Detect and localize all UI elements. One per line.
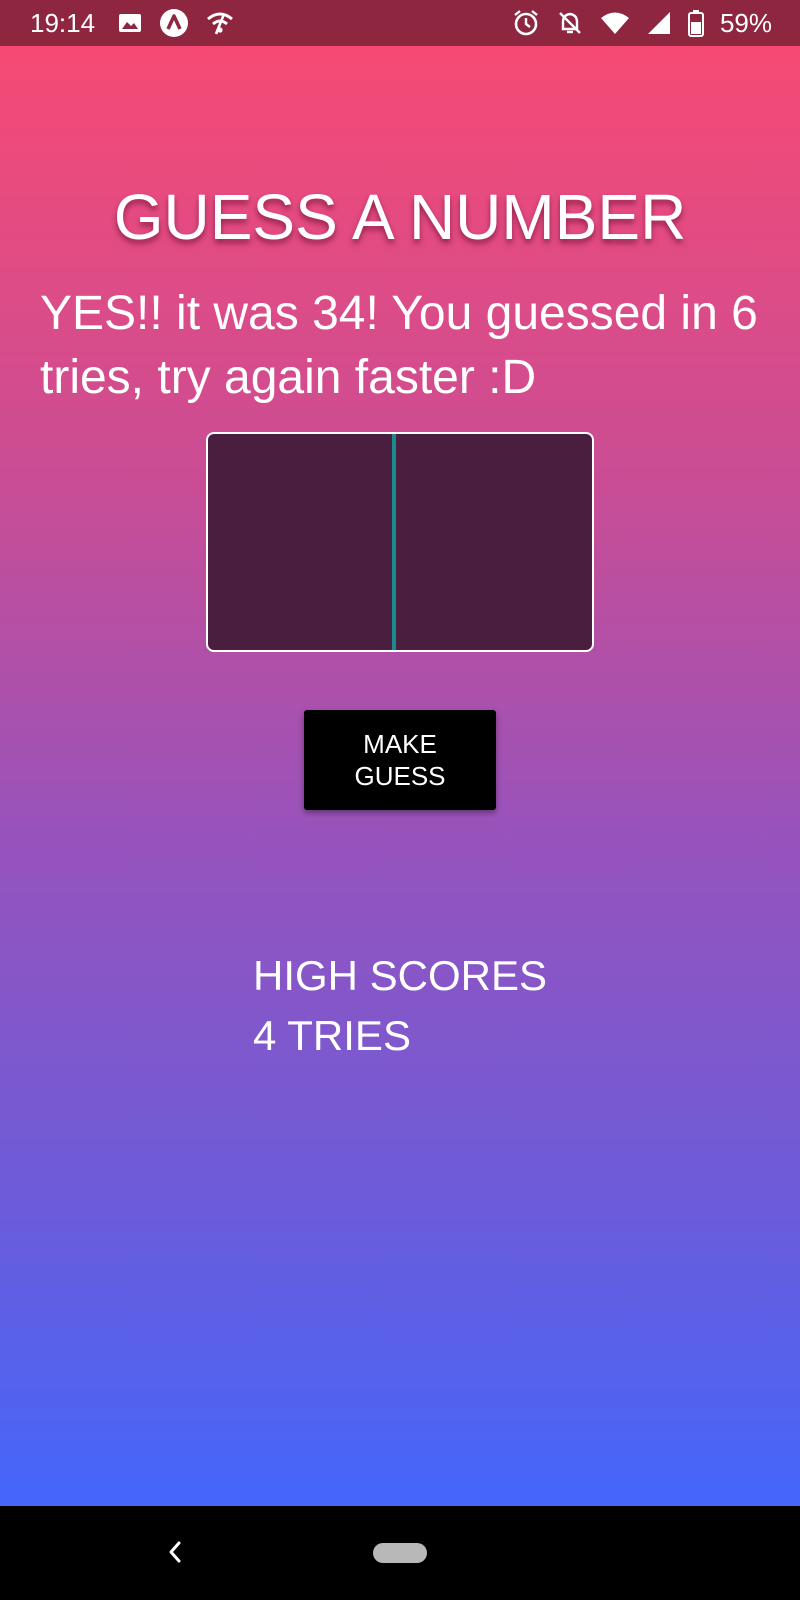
image-icon (117, 11, 143, 35)
alarm-icon (512, 9, 540, 37)
navigation-bar (0, 1506, 800, 1600)
home-pill-icon[interactable] (373, 1543, 427, 1563)
guess-input[interactable] (206, 432, 594, 652)
back-icon[interactable] (160, 1534, 190, 1570)
result-message: YES!! it was 34! You guessed in 6 tries,… (40, 287, 758, 404)
battery-percent: 59% (719, 7, 772, 38)
battery-icon (687, 9, 704, 37)
make-guess-label: MAKE GUESS (354, 729, 446, 791)
status-time: 19:14 (30, 7, 96, 38)
status-bar: 19:14 59% (0, 0, 800, 46)
wifi-off-icon (205, 10, 235, 36)
app-screen: GUESS A NUMBER YES!! it was 34! You gues… (0, 46, 800, 1506)
high-scores-section: HIGH SCORES 4 TRIES (253, 946, 547, 1066)
arc-app-icon (159, 8, 189, 38)
high-scores-heading: HIGH SCORES (253, 952, 548, 999)
signal-icon (646, 10, 672, 36)
app-title: GUESS A NUMBER (113, 181, 687, 253)
wifi-icon (600, 11, 630, 35)
status-left: 19:14 (30, 8, 235, 39)
text-caret (392, 434, 396, 650)
notifications-off-icon (556, 9, 584, 37)
make-guess-button[interactable]: MAKE GUESS (304, 710, 496, 810)
status-right: 59% (512, 8, 772, 39)
high-score-entry: 4 TRIES (253, 1012, 411, 1059)
